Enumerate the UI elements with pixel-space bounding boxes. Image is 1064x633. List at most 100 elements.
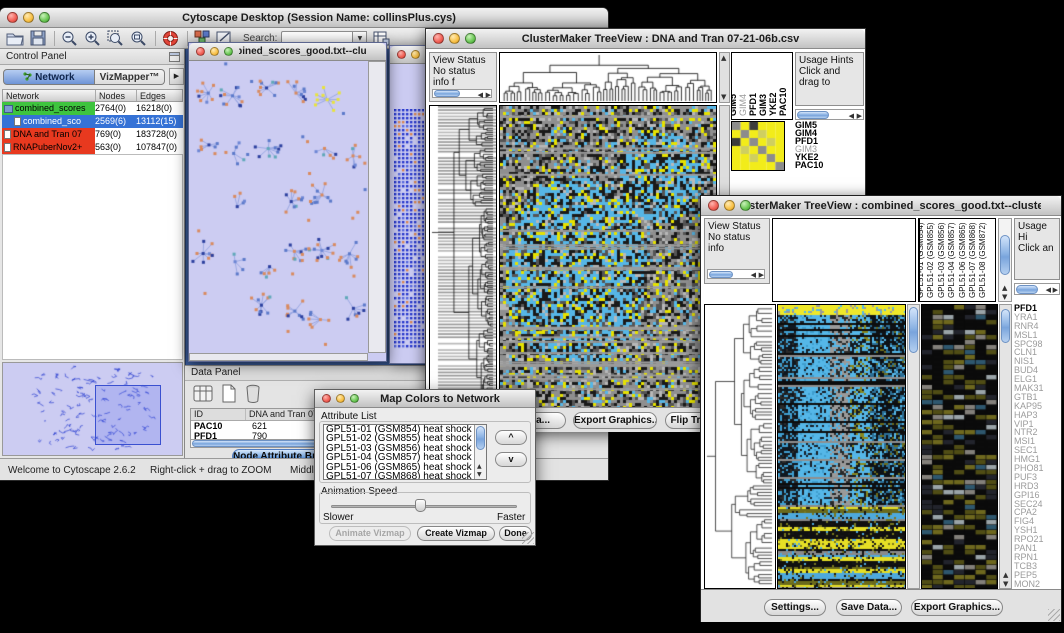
tv2-column-dendrogram[interactable]	[772, 218, 916, 302]
tv2-status-scrollbar[interactable]: ◀ ▶	[707, 269, 765, 279]
network-titlebar[interactable]: combined_scores_good.txt--cluste...	[189, 43, 386, 61]
network-row[interactable]: combined_sco2569(6)13112(15)	[2, 115, 183, 128]
scroll-down-icon[interactable]: ▼	[1002, 293, 1007, 301]
select-attributes-icon[interactable]	[193, 384, 213, 403]
col-network[interactable]: Network	[3, 90, 96, 101]
scroll-thumb[interactable]	[709, 271, 733, 278]
close-icon[interactable]	[7, 12, 18, 23]
treeview2-titlebar[interactable]: ClusterMaker TreeView : combined_scores_…	[701, 196, 1061, 216]
network-row[interactable]: combined_scores2764(0)16218(0)	[2, 102, 183, 115]
zoom-window-icon[interactable]	[350, 394, 359, 403]
minimize-icon[interactable]	[411, 50, 420, 59]
attribute-list[interactable]: GPL51-01 (GSM854) heat shock 05 minGPL51…	[323, 424, 487, 480]
resize-grip[interactable]	[522, 532, 534, 544]
export-graphics-button[interactable]: Export Graphics...	[911, 599, 1003, 616]
zoom-fit-icon[interactable]	[130, 30, 147, 47]
move-down-button[interactable]: v	[495, 452, 527, 467]
speed-slider-thumb[interactable]	[415, 499, 426, 512]
tv1-row-dendrogram[interactable]	[429, 105, 497, 408]
tv2-vscrollbar2[interactable]: ▲ ▼	[999, 304, 1012, 589]
scroll-thumb[interactable]	[1016, 285, 1038, 294]
tv2-heatmap-global[interactable]	[777, 304, 906, 589]
create-vizmap-button[interactable]: Create Vizmap	[417, 526, 495, 541]
scroll-left-icon[interactable]: ◀	[751, 271, 756, 279]
scroll-left-icon[interactable]: ◀	[478, 91, 483, 99]
scroll-thumb[interactable]	[797, 111, 829, 119]
minimize-icon[interactable]	[449, 33, 460, 44]
tv1-mini-scroll-strip[interactable]: ▲ ▼	[719, 52, 730, 103]
scroll-left-icon[interactable]: ◀	[1046, 286, 1051, 294]
scroll-thumb[interactable]	[476, 426, 485, 450]
tv1-status-scrollbar[interactable]: ◀ ▶	[432, 89, 492, 98]
export-graphics-button[interactable]: Export Graphics...	[573, 412, 657, 429]
close-icon[interactable]	[708, 200, 719, 211]
tv1-hints-scrollbar[interactable]: ◀ ▶	[795, 109, 864, 120]
close-icon[interactable]	[433, 33, 444, 44]
tab-network[interactable]: Network	[3, 69, 95, 85]
resize-grip[interactable]	[1048, 609, 1060, 621]
tv1-heatmap-global[interactable]	[499, 105, 717, 408]
tab-overflow-arrow-icon[interactable]: ▶	[169, 68, 184, 85]
main-titlebar[interactable]: Cytoscape Desktop (Session Name: collins…	[0, 8, 608, 28]
tv1-heatmap-zoom[interactable]	[731, 121, 785, 171]
open-file-icon[interactable]	[6, 30, 24, 46]
minimize-icon[interactable]	[210, 47, 219, 56]
scroll-right-icon[interactable]: ▶	[1053, 286, 1058, 294]
attribute-item[interactable]: GPL51-07 (GSM868) heat shock 60 min	[324, 472, 486, 480]
minimize-icon[interactable]	[23, 12, 34, 23]
new-attribute-icon[interactable]	[221, 384, 237, 403]
zoom-window-icon[interactable]	[224, 47, 233, 56]
network-vscrollbar[interactable]	[368, 61, 386, 353]
scroll-thumb[interactable]	[1000, 235, 1010, 275]
network-row[interactable]: DNA and Tran 07769(0)183728(0)	[2, 128, 183, 141]
minimize-icon[interactable]	[724, 200, 735, 211]
animate-vizmap-button[interactable]: Animate Vizmap	[329, 526, 411, 541]
move-up-button[interactable]: ^	[495, 430, 527, 445]
scroll-up-icon[interactable]: ▲	[477, 463, 482, 471]
scroll-right-icon[interactable]: ▶	[857, 112, 862, 120]
scroll-up-icon[interactable]: ▲	[1002, 284, 1007, 292]
minimize-icon[interactable]	[336, 394, 345, 403]
settings-button[interactable]: Settings...	[764, 599, 826, 616]
scroll-thumb[interactable]	[1001, 309, 1010, 343]
scroll-up-icon[interactable]: ▲	[721, 54, 726, 62]
float-panel-icon[interactable]	[169, 52, 180, 62]
zoom-in-icon[interactable]	[84, 30, 101, 47]
attribute-list-scrollbar[interactable]: ▲ ▼	[474, 425, 486, 479]
tv1-column-dendrogram[interactable]	[499, 52, 717, 103]
help-lifering-icon[interactable]	[162, 30, 179, 47]
network-row[interactable]: RNAPuberNov2+563(0)107847(0)	[2, 141, 183, 154]
scroll-up-icon[interactable]: ▲	[1003, 571, 1008, 579]
zoom-window-icon[interactable]	[740, 200, 751, 211]
overview-viewport-rect[interactable]	[95, 385, 161, 445]
zoom-window-icon[interactable]	[39, 12, 50, 23]
dense-network-canvas[interactable]	[394, 109, 424, 349]
col-edges[interactable]: Edges	[137, 90, 182, 101]
scroll-right-icon[interactable]: ▶	[759, 271, 764, 279]
save-icon[interactable]	[30, 30, 46, 46]
network-hscrollbar[interactable]	[189, 353, 368, 361]
scroll-left-icon[interactable]: ◀	[849, 112, 854, 120]
scroll-thumb[interactable]	[909, 307, 918, 353]
save-data-button[interactable]: Save Data...	[836, 599, 902, 616]
network-overview-panel[interactable]	[2, 362, 183, 456]
tv2-hints-scrollbar[interactable]: ◀ ▶	[1014, 283, 1060, 295]
tv2-labels-vscrollbar[interactable]: ▲ ▼	[998, 218, 1012, 302]
close-icon[interactable]	[196, 47, 205, 56]
tv2-vscrollbar1[interactable]	[907, 304, 920, 589]
tab-vizmapper[interactable]: VizMapper™	[95, 69, 165, 85]
scroll-right-icon[interactable]: ▶	[486, 91, 491, 99]
zoom-out-icon[interactable]	[61, 30, 78, 47]
close-icon[interactable]	[397, 50, 406, 59]
zoom-selected-icon[interactable]	[107, 30, 124, 47]
tv2-row-dendrogram[interactable]	[704, 304, 776, 589]
delete-attribute-trash-icon[interactable]	[245, 384, 261, 403]
scroll-thumb[interactable]	[434, 90, 460, 97]
treeview1-titlebar[interactable]: ClusterMaker TreeView : DNA and Tran 07-…	[426, 29, 865, 49]
zoom-window-icon[interactable]	[465, 33, 476, 44]
network-graph-canvas[interactable]	[189, 61, 368, 353]
col-nodes[interactable]: Nodes	[96, 90, 137, 101]
close-icon[interactable]	[322, 394, 331, 403]
scroll-down-icon[interactable]: ▼	[721, 93, 726, 101]
col-id[interactable]: ID	[191, 409, 246, 420]
